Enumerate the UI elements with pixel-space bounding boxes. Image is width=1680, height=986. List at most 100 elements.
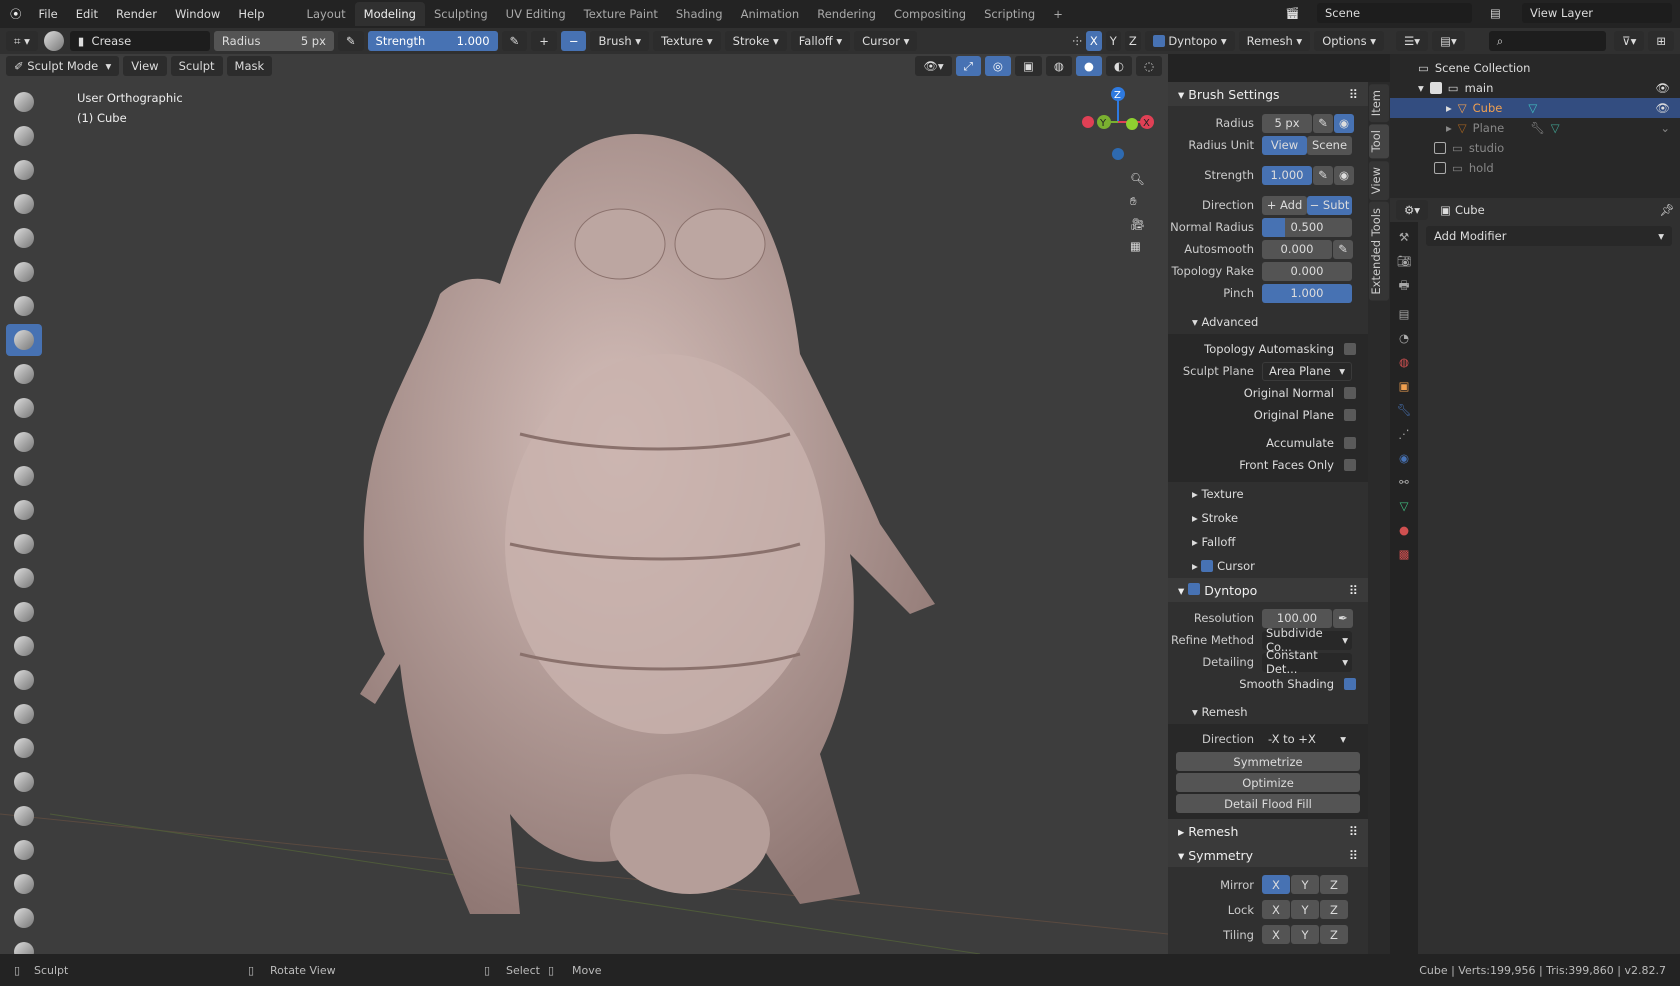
tiling-y[interactable]: Y [1291, 925, 1319, 944]
strength-field[interactable]: Strength 1.000 [367, 31, 498, 51]
tool-nudge-icon[interactable] [6, 664, 42, 696]
tab-shading[interactable]: Shading [667, 2, 732, 26]
mirror-x-toggle[interactable]: X [1085, 31, 1102, 51]
expand-icon[interactable]: ⌄ [1660, 121, 1680, 135]
tool-settings-icon[interactable]: ⌗ ▾ [6, 31, 38, 51]
radius-pressure-icon[interactable]: ✎ [337, 31, 364, 51]
stroke-menu[interactable]: Stroke ▾ [724, 31, 787, 51]
tool-pinch-icon[interactable] [6, 494, 42, 526]
tool-draw-sharp-icon[interactable] [6, 120, 42, 152]
tab-scripting[interactable]: Scripting [975, 2, 1044, 26]
world-tab-icon[interactable]: ◍ [1399, 355, 1409, 369]
constraints-tab-icon[interactable]: ⚯ [1399, 475, 1409, 489]
view-layer-tab-icon[interactable]: ▤ [1399, 307, 1410, 321]
menu-window[interactable]: Window [166, 7, 229, 21]
solid-shading-icon[interactable]: ● [1075, 56, 1102, 76]
dyntopo-checkbox[interactable] [1152, 35, 1165, 47]
original-normal-checkbox[interactable] [1344, 387, 1356, 399]
tool-pose-icon[interactable] [6, 630, 42, 662]
menu-help[interactable]: Help [229, 7, 273, 21]
overlay-toggle-icon[interactable]: ◎ [984, 56, 1011, 76]
scene-tab-icon[interactable]: ◔ [1399, 331, 1409, 345]
material-shading-icon[interactable]: ◐ [1105, 56, 1132, 76]
topology-rake-field[interactable]: 0.000 [1262, 261, 1352, 281]
remesh-popover[interactable]: Remesh ▾ [1238, 31, 1311, 51]
pinch-field[interactable]: 1.000 [1262, 283, 1352, 303]
cursor-menu[interactable]: Cursor ▾ [854, 31, 918, 51]
falloff-menu[interactable]: Falloff ▾ [790, 31, 851, 51]
visibility-icon[interactable]: 👁︎▾ [915, 56, 952, 76]
stroke-subpanel[interactable]: ▸ Stroke [1168, 506, 1368, 530]
navigation-gizmo[interactable]: Z X Y [1080, 84, 1160, 164]
texture-subpanel[interactable]: ▸ Texture [1168, 482, 1368, 506]
tab-compositing[interactable]: Compositing [885, 2, 975, 26]
tool-scrape-icon[interactable] [6, 460, 42, 492]
cursor-checkbox[interactable] [1201, 560, 1214, 572]
scene-selector[interactable]: Scene [1317, 3, 1472, 23]
tool-draw-icon[interactable] [6, 86, 42, 118]
hold-checkbox[interactable] [1434, 162, 1446, 174]
menu-file[interactable]: File [30, 7, 67, 21]
tab-tool[interactable]: Tool [1369, 124, 1389, 159]
tool-clay-icon[interactable] [6, 154, 42, 186]
falloff-subpanel[interactable]: ▸ Falloff [1168, 530, 1368, 554]
gizmo-toggle-icon[interactable]: ⤢ [955, 56, 981, 76]
dyntopo-panel-header[interactable]: ▾ Dyntopo ⠿ [1168, 578, 1368, 602]
outliner-item-hold[interactable]: ▭ hold [1390, 158, 1680, 178]
symmetrize-button[interactable]: Symmetrize [1176, 752, 1360, 771]
detail-flood-fill-button[interactable]: Detail Flood Fill [1176, 794, 1360, 813]
tool-flatten-icon[interactable] [6, 392, 42, 424]
view-layer-filter-icon[interactable]: ▤▾ [1432, 31, 1465, 51]
view-layer-icon[interactable]: ▤ [1490, 6, 1518, 20]
tab-rendering[interactable]: Rendering [808, 2, 885, 26]
radius-unit-scene[interactable]: Scene [1307, 135, 1352, 155]
mirror-y-toggle[interactable]: Y [1105, 31, 1121, 51]
options-popover[interactable]: Options ▾ [1314, 31, 1384, 51]
tab-modeling[interactable]: Modeling [354, 2, 425, 26]
menu-mask[interactable]: Mask [226, 56, 273, 76]
wireframe-shading-icon[interactable]: ◍ [1045, 56, 1072, 76]
outliner-item-studio[interactable]: ▭ studio [1390, 138, 1680, 158]
accumulate-checkbox[interactable] [1344, 437, 1356, 449]
cursor-subpanel[interactable]: ▸ Cursor [1168, 554, 1368, 578]
rendered-shading-icon[interactable]: ◌ [1135, 56, 1162, 76]
lock-y[interactable]: Y [1291, 900, 1319, 919]
tool-clay-strips-icon[interactable] [6, 188, 42, 220]
resolution-field[interactable]: 100.00 [1262, 608, 1332, 628]
lock-z[interactable]: Z [1320, 900, 1348, 919]
strength-scene-icon[interactable]: ◉ [1334, 165, 1354, 185]
tool-box-mask-icon[interactable] [6, 834, 42, 866]
new-collection-icon[interactable]: ⊞ [1648, 31, 1674, 51]
front-faces-checkbox[interactable] [1344, 459, 1356, 471]
pressure-icon[interactable]: ✎ [1333, 239, 1353, 259]
menu-edit[interactable]: Edit [67, 7, 107, 21]
tool-grab-icon[interactable] [6, 528, 42, 560]
tool-fill-icon[interactable] [6, 426, 42, 458]
radius-scene-icon[interactable]: ◉ [1334, 113, 1354, 133]
tool-crease-icon[interactable] [6, 324, 42, 356]
direction-add[interactable]: + Add [1262, 195, 1307, 215]
smooth-shading-checkbox[interactable] [1344, 678, 1356, 690]
display-mode-icon[interactable]: ☰▾ [1396, 31, 1429, 51]
tab-view[interactable]: View [1369, 160, 1389, 200]
detailing-dropdown[interactable]: Constant Det... ▾ [1262, 648, 1352, 676]
tool-smooth-icon[interactable] [6, 358, 42, 390]
particles-tab-icon[interactable]: ⋰ [1398, 427, 1410, 441]
tool-box-hide-icon[interactable] [6, 902, 42, 934]
outliner-item-plane[interactable]: ▸ ▽ Plane 🔧︎ ▽ ⌄ [1390, 118, 1680, 138]
symmetrize-direction-dropdown[interactable]: -X to +X ▾ [1262, 729, 1352, 749]
zoom-icon[interactable]: 🔍︎ [1130, 172, 1145, 186]
pin-icon[interactable]: 📌︎ [1659, 203, 1674, 217]
direction-add-button[interactable]: + [531, 31, 557, 51]
topology-automasking-checkbox[interactable] [1344, 343, 1356, 355]
brush-settings-header[interactable]: ▾ Brush Settings ⠿ [1168, 82, 1368, 106]
tool-tab-icon[interactable]: ⚒ [1399, 230, 1409, 244]
tool-rotate-icon[interactable] [6, 698, 42, 730]
menu-view[interactable]: View [123, 56, 167, 76]
advanced-subpanel-header[interactable]: ▾ Advanced [1168, 310, 1368, 334]
remesh-panel-header[interactable]: ▸ Remesh ⠿ [1168, 819, 1368, 843]
studio-checkbox[interactable] [1434, 142, 1446, 154]
strength-field[interactable]: 1.000 [1262, 165, 1312, 185]
outliner-item-cube[interactable]: ▸ ▽ Cube ▽ 👁︎ [1390, 98, 1680, 118]
dyntopo-checkbox[interactable] [1188, 582, 1201, 595]
